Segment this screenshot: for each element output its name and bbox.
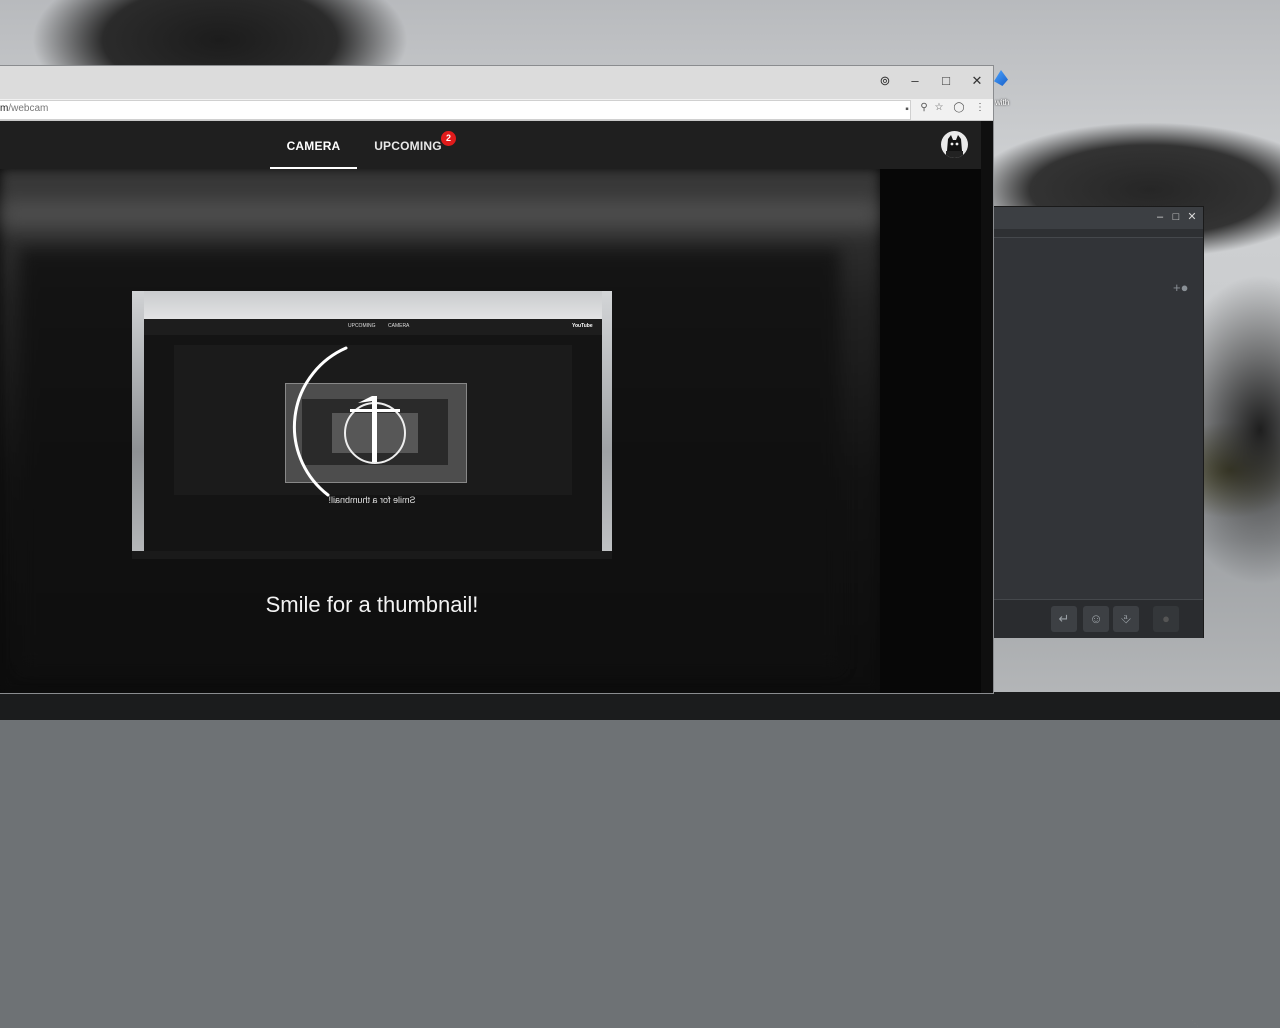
address-bar[interactable]: m/webcam ▪ [0,100,911,120]
close-icon[interactable]: ✕ [1185,210,1199,224]
chat-titlebar[interactable]: – □ ✕ [993,207,1203,229]
page-scrollbar[interactable] [981,121,993,693]
countdown-ring [292,346,406,497]
zoom-icon[interactable]: ⚲ [917,101,931,115]
chat-input-bar: ↵ ☺ ⎀ ● ⋱ [993,599,1203,1028]
chat-message-area[interactable]: +● [993,237,1203,600]
attach-icon[interactable]: ⎀ [1113,606,1139,632]
preview-bottom-bar [132,551,612,559]
preview-caption: Smile for a thumbnail! [328,495,416,505]
chat-window[interactable]: – □ ✕ +● ↵ ☺ ⎀ ● ⋱ [993,207,1203,1028]
resize-grip-icon[interactable]: ⋱ [1191,1020,1199,1028]
tab-upcoming[interactable]: UPCOMING [370,121,446,169]
extension-icon[interactable]: ◯ [952,101,966,115]
desktop-shortcut-icon[interactable] [994,70,1008,86]
minimize-button[interactable]: – [904,71,926,91]
upcoming-count-badge: 2 [441,131,456,146]
smile-caption: Smile for a thumbnail! [265,592,479,617]
add-user-icon[interactable]: +● [1173,280,1188,295]
tab-camera[interactable]: CAMERA [270,121,357,169]
webcam-preview: UPCOMING CAMERA YouTube Smile for a thum… [132,291,612,559]
emoji-icon[interactable]: ☺ [1083,606,1109,632]
minimize-icon[interactable]: – [1153,210,1167,224]
menu-icon[interactable]: ⋮ [973,101,987,115]
enter-icon[interactable]: ↵ [1051,606,1077,632]
avatar[interactable] [941,131,968,158]
star-icon[interactable]: ☆ [932,101,946,115]
address-row: m/webcam ▪ ⚲ ☆ ◯ ⋮ [0,99,993,121]
url-path: /webcam [8,103,49,114]
browser-titlebar[interactable]: ⊚ – □ ✕ [0,66,993,99]
microphone-icon[interactable]: ● [1153,606,1179,632]
account-icon[interactable]: ⊚ [874,71,896,91]
maximize-button[interactable]: □ [935,71,957,91]
top-navigation: CAMERA UPCOMING 2 [0,121,981,169]
close-button[interactable]: ✕ [966,71,988,91]
taskbar [0,692,1280,720]
desktop-shortcut-label: with [995,98,1010,107]
maximize-icon[interactable]: □ [1169,210,1183,224]
url-text: m/webcam [0,103,48,114]
camera-icon[interactable]: ▪ [900,103,914,117]
